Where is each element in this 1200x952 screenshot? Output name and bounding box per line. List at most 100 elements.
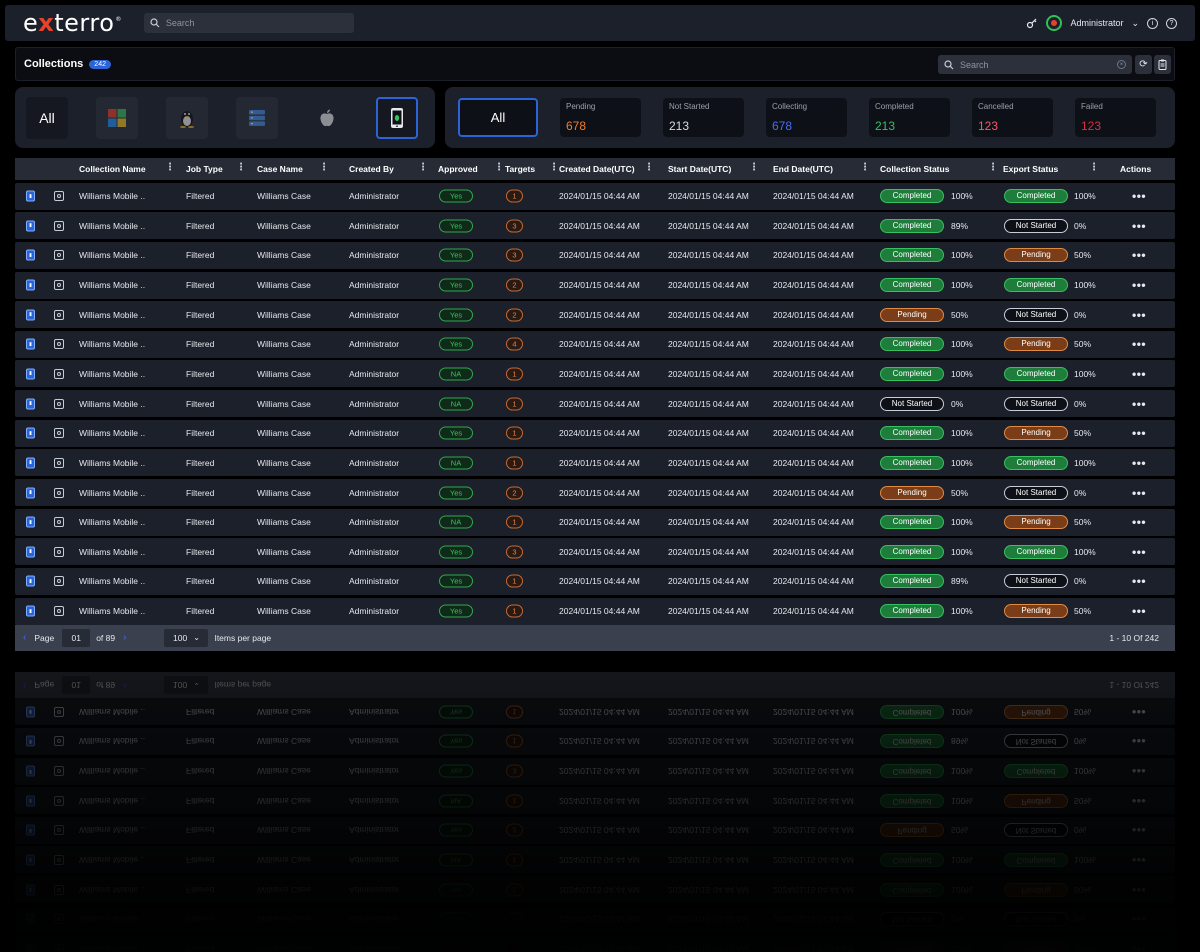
collection-name[interactable]: Williams Mobile ..	[79, 250, 145, 260]
row-actions-menu[interactable]: •••	[1132, 189, 1146, 203]
targets-badge[interactable]: 1	[506, 397, 523, 411]
view-details-icon[interactable]	[54, 250, 64, 261]
info-icon[interactable]: i	[1147, 17, 1158, 29]
row-actions-menu[interactable]: •••	[1132, 367, 1146, 381]
column-menu-icon[interactable]: ⋮	[749, 162, 759, 173]
targets-badge[interactable]: 2	[506, 308, 523, 322]
table-row[interactable]: ▮ Williams Mobile .. Filtered Williams Case…	[15, 479, 1175, 507]
collection-name[interactable]: Williams Mobile ..	[79, 369, 145, 379]
column-header-created-by[interactable]: Created By	[349, 164, 394, 174]
view-details-icon[interactable]	[54, 339, 64, 350]
view-details-icon[interactable]	[54, 428, 64, 439]
status-card-collecting[interactable]: Collecting 678	[766, 98, 847, 137]
row-actions-menu[interactable]: •••	[1132, 456, 1146, 470]
column-menu-icon[interactable]: ⋮	[236, 162, 246, 173]
platform-mobile-button[interactable]	[376, 96, 418, 139]
collection-name[interactable]: Williams Mobile ..	[79, 576, 145, 586]
table-row[interactable]: ▮ Williams Mobile .. Filtered Williams Case…	[15, 508, 1175, 536]
collection-name[interactable]: Williams Mobile ..	[79, 310, 145, 320]
collections-search-input[interactable]: Search ×	[938, 55, 1132, 74]
user-name[interactable]: Administrator	[1070, 18, 1123, 28]
row-actions-menu[interactable]: •••	[1132, 248, 1146, 262]
platform-windows-button[interactable]	[96, 96, 138, 139]
clear-search-icon[interactable]: ×	[1117, 60, 1126, 69]
prev-page-icon[interactable]: ‹	[23, 632, 26, 643]
row-actions-menu[interactable]: •••	[1132, 574, 1146, 588]
row-actions-menu[interactable]: •••	[1132, 219, 1146, 233]
row-actions-menu[interactable]: •••	[1132, 604, 1146, 618]
user-avatar[interactable]	[1046, 15, 1063, 31]
row-actions-menu[interactable]: •••	[1132, 278, 1146, 292]
global-search-input[interactable]: Search	[143, 13, 354, 33]
targets-badge[interactable]: 1	[506, 189, 523, 203]
targets-badge[interactable]: 1	[506, 604, 523, 618]
collection-name[interactable]: Williams Mobile ..	[79, 339, 145, 349]
platform-server-button[interactable]	[236, 96, 278, 139]
table-row[interactable]: ▮ Williams Mobile .. Filtered Williams Case…	[15, 390, 1175, 418]
table-row[interactable]: ▮ Williams Mobile .. Filtered Williams Case…	[15, 330, 1175, 358]
column-menu-icon[interactable]: ⋮	[494, 162, 504, 173]
view-details-icon[interactable]	[54, 457, 64, 468]
refresh-button[interactable]: ⟳	[1135, 55, 1152, 74]
column-header-collection-status[interactable]: Collection Status	[880, 164, 949, 174]
platform-all-button[interactable]: All	[26, 96, 68, 139]
platform-apple-button[interactable]	[306, 97, 348, 139]
status-all-button[interactable]: All	[458, 98, 538, 137]
table-row[interactable]: ▮ Williams Mobile .. Filtered Williams Case…	[15, 360, 1175, 388]
column-header-collection-name[interactable]: Collection Name	[79, 164, 146, 174]
status-card-not-started[interactable]: Not Started 213	[663, 98, 744, 137]
row-actions-menu[interactable]: •••	[1132, 308, 1146, 322]
view-details-icon[interactable]	[54, 220, 64, 231]
collection-name[interactable]: Williams Mobile ..	[79, 606, 145, 616]
view-details-icon[interactable]	[54, 368, 64, 379]
clipboard-button[interactable]	[1154, 55, 1171, 74]
row-actions-menu[interactable]: •••	[1132, 486, 1146, 500]
collection-name[interactable]: Williams Mobile ..	[79, 458, 145, 468]
column-menu-icon[interactable]: ⋮	[549, 162, 559, 173]
targets-badge[interactable]: 2	[506, 486, 523, 500]
column-menu-icon[interactable]: ⋮	[165, 162, 175, 173]
exterro-logo[interactable]: e x terro ®	[23, 9, 122, 37]
targets-badge[interactable]: 1	[506, 426, 523, 440]
row-actions-menu[interactable]: •••	[1132, 426, 1146, 440]
collection-name[interactable]: Williams Mobile ..	[79, 399, 145, 409]
table-row[interactable]: ▮ Williams Mobile .. Filtered Williams Case…	[15, 212, 1175, 240]
row-actions-menu[interactable]: •••	[1132, 337, 1146, 351]
view-details-icon[interactable]	[54, 280, 64, 291]
column-header-created-date-utc[interactable]: Created Date(UTC)	[559, 164, 635, 174]
column-menu-icon[interactable]: ⋮	[860, 162, 870, 173]
table-row[interactable]: ▮ Williams Mobile .. Filtered Williams Case…	[15, 538, 1175, 566]
targets-badge[interactable]: 1	[506, 367, 523, 381]
table-row[interactable]: ▮ Williams Mobile .. Filtered Williams Case…	[15, 419, 1175, 447]
column-header-case-name[interactable]: Case Name	[257, 164, 303, 174]
page-number-input[interactable]: 01	[62, 628, 91, 647]
collection-name[interactable]: Williams Mobile ..	[79, 191, 145, 201]
targets-badge[interactable]: 3	[506, 248, 523, 262]
table-row[interactable]: ▮ Williams Mobile .. Filtered Williams Case…	[15, 449, 1175, 477]
column-menu-icon[interactable]: ⋮	[988, 162, 998, 173]
targets-badge[interactable]: 1	[506, 456, 523, 470]
column-header-start-date-utc[interactable]: Start Date(UTC)	[668, 164, 731, 174]
column-menu-icon[interactable]: ⋮	[319, 162, 329, 173]
column-header-job-type[interactable]: Job Type	[186, 164, 223, 174]
collection-name[interactable]: Williams Mobile ..	[79, 488, 145, 498]
table-row[interactable]: ▮ Williams Mobile .. Filtered Williams Case…	[15, 301, 1175, 329]
table-row[interactable]: ▮ Williams Mobile .. Filtered Williams Case…	[15, 567, 1175, 595]
column-header-export-status[interactable]: Export Status	[1003, 164, 1058, 174]
view-details-icon[interactable]	[54, 546, 64, 557]
chevron-down-icon[interactable]: ⌄	[1131, 18, 1139, 29]
row-actions-menu[interactable]: •••	[1132, 397, 1146, 411]
column-menu-icon[interactable]: ⋮	[418, 162, 428, 173]
column-menu-icon[interactable]: ⋮	[644, 162, 654, 173]
platform-linux-button[interactable]	[166, 96, 208, 139]
status-card-cancelled[interactable]: Cancelled 123	[972, 98, 1053, 137]
collection-name[interactable]: Williams Mobile ..	[79, 547, 145, 557]
collection-name[interactable]: Williams Mobile ..	[79, 517, 145, 527]
column-header-targets[interactable]: Targets	[505, 164, 535, 174]
collection-name[interactable]: Williams Mobile ..	[79, 280, 145, 290]
view-details-icon[interactable]	[54, 517, 64, 528]
status-card-pending[interactable]: Pending 678	[560, 98, 641, 137]
targets-badge[interactable]: 3	[506, 545, 523, 559]
targets-badge[interactable]: 4	[506, 337, 523, 351]
targets-badge[interactable]: 1	[506, 515, 523, 529]
